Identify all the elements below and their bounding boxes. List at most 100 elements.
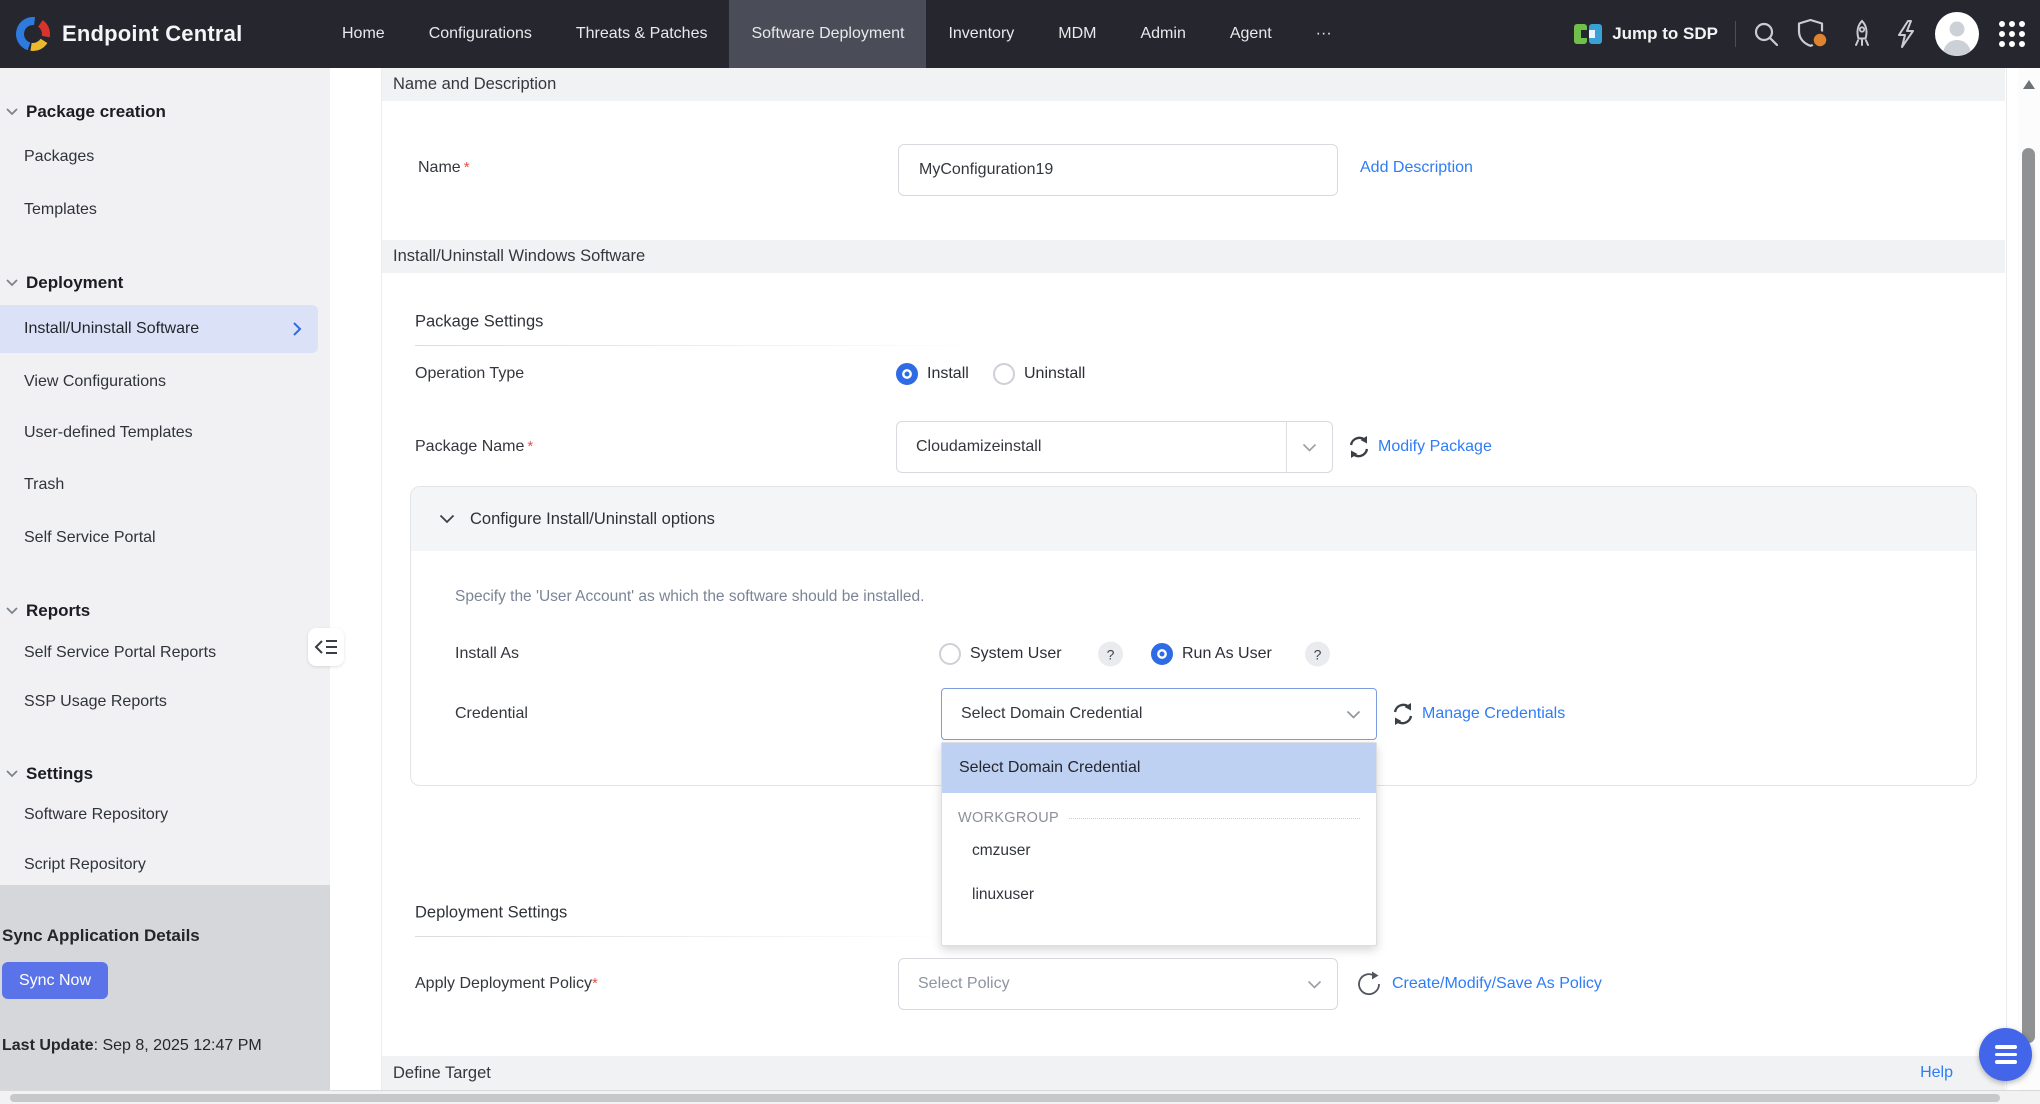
package-name-select[interactable]: Cloudamizeinstall: [896, 421, 1333, 473]
sidebar-item-ssp-reports[interactable]: Self Service Portal Reports: [24, 644, 216, 662]
app-title: Endpoint Central: [62, 21, 242, 47]
chevron-down-icon: [6, 770, 18, 778]
assistant-rocket-icon[interactable]: [1847, 19, 1877, 49]
system-user-radio[interactable]: [939, 643, 961, 665]
credential-label: Credential: [455, 705, 528, 723]
floating-menu-button[interactable]: [1979, 1028, 2032, 1081]
nav-right-cluster: Jump to SDP: [1573, 0, 2028, 68]
brand: Endpoint Central: [14, 0, 242, 68]
chevron-down-icon: [1331, 710, 1376, 719]
package-settings-title: Package Settings: [415, 313, 543, 332]
nav-item-agent[interactable]: Agent: [1208, 0, 1294, 68]
chevron-down-icon: [439, 514, 455, 524]
refresh-package-icon[interactable]: [1346, 434, 1372, 460]
operation-install-label[interactable]: Install: [927, 365, 969, 383]
operation-uninstall-label[interactable]: Uninstall: [1024, 365, 1085, 383]
search-icon[interactable]: [1753, 21, 1780, 48]
person-icon: [1935, 12, 1979, 56]
content-left-edge: [381, 68, 382, 1090]
dropdown-option-select-domain-credential[interactable]: Select Domain Credential: [942, 743, 1376, 793]
apply-policy-select[interactable]: Select Policy: [898, 958, 1338, 1010]
operation-uninstall-radio[interactable]: [993, 363, 1015, 385]
package-settings-underline: [415, 345, 987, 346]
chevron-right-icon: [292, 321, 302, 337]
deployment-settings-underline: [415, 936, 960, 937]
sidebar-item-self-service-portal[interactable]: Self Service Portal: [24, 529, 156, 547]
sidebar-item-script-repository[interactable]: Script Repository: [24, 856, 146, 874]
system-user-help-icon[interactable]: ?: [1098, 642, 1123, 667]
modify-package-link[interactable]: Modify Package: [1378, 438, 1492, 456]
sidebar-item-install-uninstall-software[interactable]: Install/Uninstall Software: [0, 305, 318, 353]
sidebar-item-software-repository[interactable]: Software Repository: [24, 806, 168, 824]
nav-item-mdm[interactable]: MDM: [1036, 0, 1118, 68]
apps-grid-icon[interactable]: [1996, 18, 2028, 50]
endpoint-central-logo-icon: [14, 15, 52, 53]
package-name-label: Package Name*: [415, 438, 533, 456]
collapse-sidebar-icon: [314, 637, 338, 657]
operation-type-label: Operation Type: [415, 365, 524, 383]
run-as-user-help-icon[interactable]: ?: [1305, 642, 1330, 667]
add-description-link[interactable]: Add Description: [1360, 159, 1473, 177]
main-content: Name and Description Name* Add Descripti…: [330, 68, 2040, 1090]
scroll-up-arrow-icon[interactable]: [2023, 80, 2035, 89]
name-input[interactable]: [898, 144, 1338, 196]
help-link[interactable]: Help: [1920, 1064, 1953, 1082]
sync-panel-title: Sync Application Details: [2, 926, 200, 946]
sidebar: Package creation Packages Templates Depl…: [0, 68, 330, 1090]
user-avatar[interactable]: [1935, 12, 1979, 56]
credential-select[interactable]: Select Domain Credential: [941, 688, 1377, 740]
horizontal-scrollbar-thumb[interactable]: [10, 1094, 2000, 1102]
sidebar-item-user-defined-templates[interactable]: User-defined Templates: [24, 424, 193, 442]
content-right-edge: [2006, 68, 2007, 1090]
dropdown-option-linuxuser[interactable]: linuxuser: [942, 873, 1376, 917]
manage-credentials-link[interactable]: Manage Credentials: [1422, 705, 1565, 723]
jump-to-sdp-button[interactable]: Jump to SDP: [1573, 21, 1718, 47]
security-shield-icon[interactable]: [1797, 18, 1830, 50]
vertical-scrollbar-thumb[interactable]: [2022, 148, 2035, 1043]
create-modify-policy-link[interactable]: Create/Modify/Save As Policy: [1392, 975, 1602, 993]
sidebar-section-package-creation[interactable]: Package creation: [6, 102, 166, 122]
refresh-credentials-icon[interactable]: [1390, 701, 1416, 727]
sidebar-item-ssp-usage-reports[interactable]: SSP Usage Reports: [24, 693, 167, 711]
sidebar-item-templates[interactable]: Templates: [24, 201, 97, 219]
system-user-label[interactable]: System User: [970, 645, 1062, 663]
vertical-scrollbar[interactable]: [2018, 68, 2040, 1090]
configure-options-header[interactable]: Configure Install/Uninstall options: [411, 487, 1976, 551]
nav-item-more[interactable]: ···: [1294, 0, 1354, 68]
credential-dropdown-menu: Select Domain Credential WORKGROUP cmzus…: [941, 742, 1377, 946]
chevron-down-icon: [1292, 980, 1337, 989]
nav-item-configurations[interactable]: Configurations: [407, 0, 554, 68]
sidebar-section-settings[interactable]: Settings: [6, 764, 93, 784]
apply-policy-label: Apply Deployment Policy*: [415, 975, 598, 993]
lightning-bolt-icon[interactable]: [1894, 19, 1918, 49]
sync-now-button[interactable]: Sync Now: [2, 962, 108, 999]
hamburger-icon: [1995, 1045, 2017, 1049]
nav-item-home[interactable]: Home: [320, 0, 407, 68]
nav-item-threats-patches[interactable]: Threats & Patches: [554, 0, 730, 68]
deployment-settings-title: Deployment Settings: [415, 904, 567, 923]
endpoint-central-app: Endpoint Central Home Configurations Thr…: [0, 0, 2040, 1104]
operation-install-radio[interactable]: [896, 363, 918, 385]
sdp-logo-icon: [1573, 21, 1603, 47]
nav-item-inventory[interactable]: Inventory: [926, 0, 1036, 68]
sidebar-item-trash[interactable]: Trash: [24, 476, 64, 494]
sidebar-section-deployment[interactable]: Deployment: [6, 273, 123, 293]
sidebar-item-view-configurations[interactable]: View Configurations: [24, 373, 166, 391]
main-nav: Home Configurations Threats & Patches So…: [320, 0, 1354, 68]
nav-item-admin[interactable]: Admin: [1118, 0, 1207, 68]
sidebar-collapse-button[interactable]: [308, 628, 344, 666]
run-as-user-label[interactable]: Run As User: [1182, 645, 1272, 663]
nav-item-software-deployment[interactable]: Software Deployment: [729, 0, 926, 68]
sidebar-item-packages[interactable]: Packages: [24, 148, 94, 166]
dropdown-option-cmzuser[interactable]: cmzuser: [942, 829, 1376, 873]
run-as-user-radio[interactable]: [1151, 643, 1173, 665]
sidebar-section-reports[interactable]: Reports: [6, 601, 90, 621]
nav-divider: [1735, 21, 1736, 47]
install-as-label: Install As: [455, 645, 519, 663]
required-marker: *: [464, 159, 470, 176]
required-marker: *: [592, 975, 598, 992]
chevron-down-icon: [6, 108, 18, 116]
refresh-policy-icon[interactable]: [1354, 969, 1384, 999]
section-header-install-uninstall: Install/Uninstall Windows Software: [382, 240, 2005, 273]
horizontal-scrollbar[interactable]: [0, 1090, 2040, 1104]
